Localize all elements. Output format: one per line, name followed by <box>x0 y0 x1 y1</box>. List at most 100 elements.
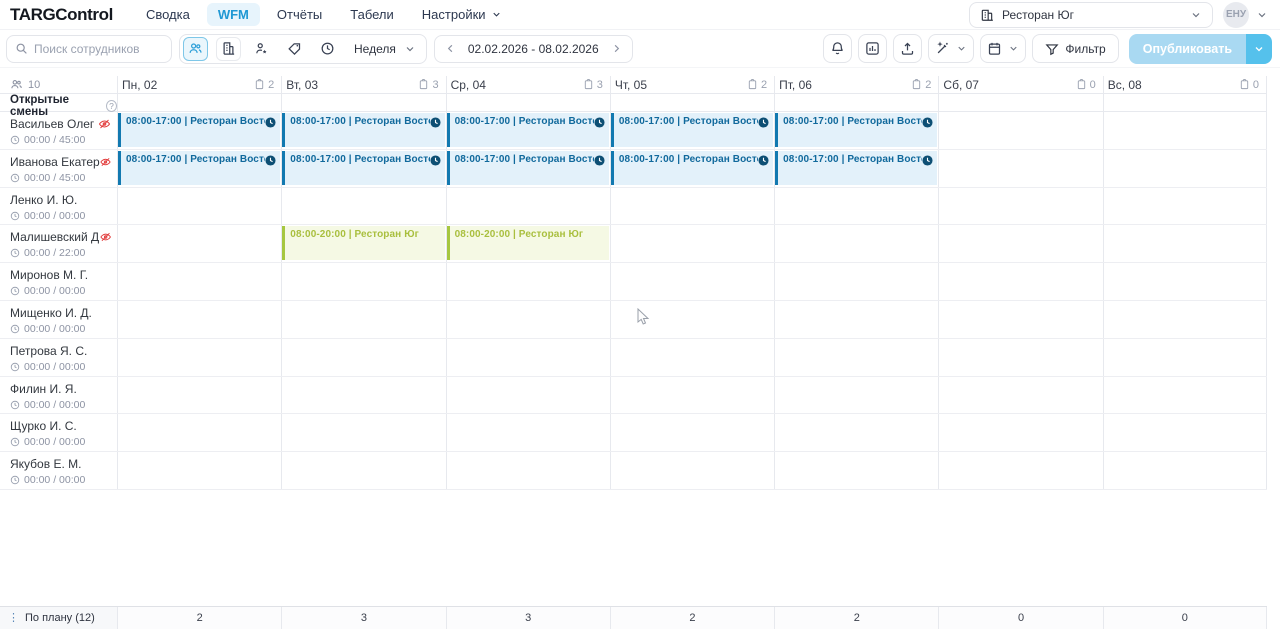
publish-dropdown-button[interactable] <box>1246 34 1272 64</box>
schedule-cell[interactable] <box>1103 263 1267 300</box>
schedule-cell[interactable]: 08:00-17:00 | Ресторан Восток <box>117 150 281 187</box>
schedule-cell[interactable]: 08:00-17:00 | Ресторан Восток <box>446 112 610 149</box>
search-input[interactable] <box>34 42 163 56</box>
schedule-cell[interactable] <box>1103 301 1267 338</box>
nav-item-отчёты[interactable]: Отчёты <box>266 3 333 26</box>
schedule-cell[interactable] <box>117 225 281 262</box>
schedule-cell[interactable] <box>1103 339 1267 376</box>
nav-item-сводка[interactable]: Сводка <box>135 3 201 26</box>
shift-block[interactable]: 08:00-17:00 | Ресторан Восток <box>282 151 444 185</box>
schedule-cell[interactable] <box>938 377 1102 414</box>
export-button[interactable] <box>893 34 922 63</box>
drag-handle-icon[interactable]: ⋮ <box>8 613 19 624</box>
schedule-cell[interactable] <box>117 339 281 376</box>
employee-cell[interactable]: Щурко И. С.00:00 / 00:00 <box>0 414 117 451</box>
schedule-cell[interactable] <box>774 301 938 338</box>
schedule-cell[interactable] <box>117 301 281 338</box>
schedule-cell[interactable]: 08:00-17:00 | Ресторан Восток <box>281 150 445 187</box>
employee-cell[interactable]: Малишевский Д....00:00 / 22:00 <box>0 225 117 262</box>
publish-button[interactable]: Опубликовать <box>1129 34 1246 64</box>
tags-button[interactable] <box>282 37 307 61</box>
schedule-cell[interactable] <box>774 263 938 300</box>
schedule-cell[interactable] <box>938 414 1102 451</box>
shift-block[interactable]: 08:00-17:00 | Ресторан Восток <box>775 151 937 185</box>
schedule-cell[interactable] <box>281 452 445 489</box>
schedule-cell[interactable] <box>281 188 445 225</box>
schedule-cell[interactable]: 08:00-17:00 | Ресторан Восток <box>774 150 938 187</box>
calendar-button[interactable] <box>980 34 1026 63</box>
schedule-cell[interactable] <box>281 414 445 451</box>
shift-block[interactable]: 08:00-17:00 | Ресторан Восток <box>118 113 280 147</box>
nav-item-табели[interactable]: Табели <box>339 3 405 26</box>
employee-cell[interactable]: Мищенко И. Д.00:00 / 00:00 <box>0 301 117 338</box>
employee-cell[interactable]: Иванова Екатери...00:00 / 45:00 <box>0 150 117 187</box>
schedule-cell[interactable] <box>938 263 1102 300</box>
schedule-cell[interactable]: 08:00-17:00 | Ресторан Восток <box>610 112 774 149</box>
schedule-cell[interactable]: 08:00-17:00 | Ресторан Восток <box>117 112 281 149</box>
schedule-cell[interactable]: 08:00-20:00 | Ресторан Юг <box>446 225 610 262</box>
schedule-cell[interactable] <box>774 377 938 414</box>
schedule-cell[interactable] <box>610 377 774 414</box>
schedule-cell[interactable] <box>1103 414 1267 451</box>
notifications-button[interactable] <box>823 34 852 63</box>
employee-cell[interactable]: Миронов М. Г.00:00 / 00:00 <box>0 263 117 300</box>
schedule-cell[interactable] <box>610 414 774 451</box>
schedule-cell[interactable] <box>774 339 938 376</box>
time-button[interactable] <box>315 37 340 61</box>
schedule-cell[interactable] <box>610 225 774 262</box>
employee-cell[interactable]: Филин И. Я.00:00 / 00:00 <box>0 377 117 414</box>
nav-item-настройки[interactable]: Настройки <box>411 3 513 26</box>
period-select[interactable]: Неделя <box>348 42 420 56</box>
help-icon[interactable]: ? <box>106 100 117 112</box>
schedule-cell[interactable] <box>117 188 281 225</box>
employee-cell[interactable]: Ленко И. Ю.00:00 / 00:00 <box>0 188 117 225</box>
schedule-cell[interactable] <box>117 414 281 451</box>
shift-block[interactable]: 08:00-17:00 | Ресторан Восток <box>611 113 773 147</box>
schedule-cell[interactable]: 08:00-17:00 | Ресторан Восток <box>774 112 938 149</box>
nav-item-wfm[interactable]: WFM <box>207 3 260 26</box>
schedule-cell[interactable] <box>938 301 1102 338</box>
schedule-cell[interactable] <box>610 301 774 338</box>
schedule-cell[interactable] <box>610 263 774 300</box>
schedule-cell[interactable] <box>938 112 1102 149</box>
schedule-cell[interactable] <box>1103 188 1267 225</box>
shift-block[interactable]: 08:00-17:00 | Ресторан Восток <box>447 113 609 147</box>
schedule-cell[interactable] <box>1103 112 1267 149</box>
shift-block[interactable]: 08:00-20:00 | Ресторан Юг <box>282 226 444 260</box>
schedule-cell[interactable] <box>446 377 610 414</box>
schedule-cell[interactable] <box>1103 225 1267 262</box>
schedule-cell[interactable] <box>1103 150 1267 187</box>
schedule-cell[interactable]: 08:00-17:00 | Ресторан Восток <box>610 150 774 187</box>
schedule-cell[interactable] <box>938 150 1102 187</box>
employee-cell[interactable]: Якубов Е. М.00:00 / 00:00 <box>0 452 117 489</box>
schedule-cell[interactable] <box>446 188 610 225</box>
schedule-cell[interactable] <box>610 452 774 489</box>
shift-block[interactable]: 08:00-17:00 | Ресторан Восток <box>118 151 280 185</box>
shift-block[interactable]: 08:00-17:00 | Ресторан Восток <box>282 113 444 147</box>
employees-view-button[interactable] <box>183 37 208 61</box>
prev-week-button[interactable] <box>445 43 456 54</box>
schedule-cell[interactable] <box>117 452 281 489</box>
schedule-cell[interactable] <box>117 263 281 300</box>
schedule-cell[interactable] <box>1103 452 1267 489</box>
schedule-cell[interactable] <box>774 188 938 225</box>
schedule-cell[interactable] <box>446 301 610 338</box>
schedule-cell[interactable] <box>281 339 445 376</box>
schedule-cell[interactable] <box>774 225 938 262</box>
schedule-cell[interactable] <box>281 377 445 414</box>
employee-cell[interactable]: Петрова Я. С.00:00 / 00:00 <box>0 339 117 376</box>
departments-view-button[interactable] <box>216 37 241 61</box>
schedule-cell[interactable]: 08:00-17:00 | Ресторан Восток <box>281 112 445 149</box>
schedule-cell[interactable]: 08:00-17:00 | Ресторан Восток <box>446 150 610 187</box>
statistics-button[interactable] <box>858 34 887 63</box>
employee-cell[interactable]: Васильев Олег00:00 / 45:00 <box>0 112 117 149</box>
schedule-cell[interactable] <box>774 414 938 451</box>
schedule-cell[interactable] <box>446 339 610 376</box>
location-select[interactable]: Ресторан Юг <box>969 2 1213 28</box>
filter-button[interactable]: Фильтр <box>1032 34 1118 63</box>
schedule-cell[interactable] <box>938 339 1102 376</box>
shift-block[interactable]: 08:00-20:00 | Ресторан Юг <box>447 226 609 260</box>
schedule-cell[interactable] <box>281 263 445 300</box>
schedule-cell[interactable] <box>938 452 1102 489</box>
shift-block[interactable]: 08:00-17:00 | Ресторан Восток <box>775 113 937 147</box>
